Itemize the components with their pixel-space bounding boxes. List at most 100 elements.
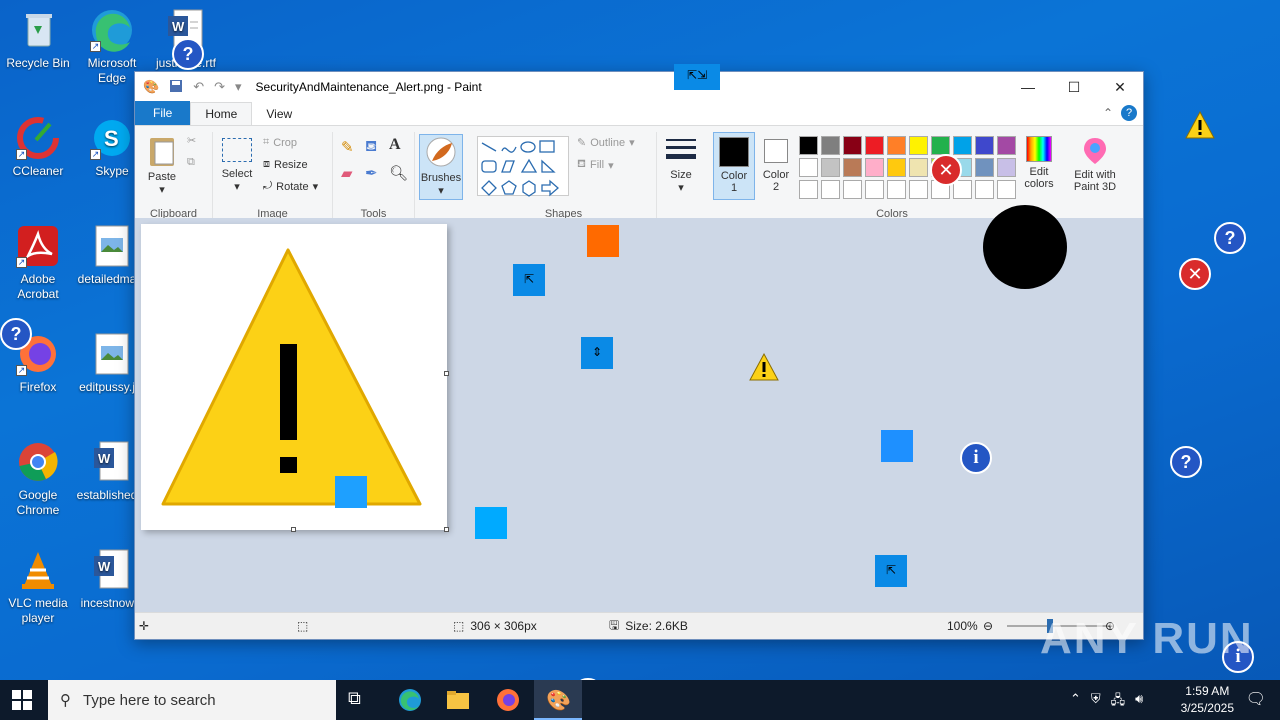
task-view-icon[interactable]: ⧉ xyxy=(348,688,372,712)
palette-swatch[interactable] xyxy=(865,158,884,177)
palette-swatch[interactable] xyxy=(909,180,928,199)
network-icon[interactable]: 🖧 xyxy=(1111,691,1126,713)
paste-button[interactable]: Paste ▾ xyxy=(145,134,179,196)
show-hidden-icons-icon[interactable]: ⌃ xyxy=(1070,691,1081,713)
taskbar-edge-icon[interactable] xyxy=(398,688,422,712)
crop-button[interactable]: ⌗ Crop xyxy=(263,136,297,149)
select-button[interactable]: Select ▾ xyxy=(219,134,255,193)
eraser-icon[interactable]: ▰ xyxy=(341,164,353,182)
palette-swatch[interactable] xyxy=(843,136,862,155)
palette-swatch[interactable] xyxy=(953,136,972,155)
desktop-icon-vlc[interactable]: VLC media player xyxy=(0,548,76,626)
palette-swatch[interactable] xyxy=(953,180,972,199)
notifications-icon[interactable]: 🗨 xyxy=(1246,689,1266,709)
color1-button[interactable]: Color 1 xyxy=(713,132,755,200)
close-button[interactable]: ✕ xyxy=(1097,72,1143,102)
cut-icon[interactable]: ✂ xyxy=(187,134,196,147)
desktop-icon-label: Adobe Acrobat xyxy=(17,272,59,301)
palette-swatch[interactable] xyxy=(843,158,862,177)
outline-icon: ✎ xyxy=(577,137,587,149)
redo-icon[interactable]: ↷ xyxy=(214,79,225,95)
palette-swatch[interactable] xyxy=(909,136,928,155)
fill-button[interactable]: ⛾ Fill ▾ xyxy=(577,158,614,172)
palette-swatch[interactable] xyxy=(887,158,906,177)
zoom-out-button[interactable]: ⊖ xyxy=(983,619,993,633)
color2-button[interactable]: Color 2 xyxy=(757,132,795,193)
paint-window: 🎨 ↶ ↷ ▾ SecurityAndMaintenance_Alert.png… xyxy=(134,71,1144,640)
help-icon[interactable]: ? xyxy=(1121,105,1137,121)
collapse-ribbon-icon[interactable]: ⌃ xyxy=(1103,106,1113,120)
resize-handle-bottom[interactable] xyxy=(291,527,296,532)
maximize-button[interactable]: ☐ xyxy=(1051,72,1097,102)
palette-swatch[interactable] xyxy=(821,158,840,177)
security-icon[interactable]: ⛨ xyxy=(1091,691,1101,713)
blue-square-artifact xyxy=(881,430,913,462)
resize-icon: ⧈ xyxy=(263,158,270,170)
shapes-gallery[interactable] xyxy=(477,136,569,197)
palette-swatch[interactable] xyxy=(821,180,840,199)
customize-quick-access-icon[interactable]: ▾ xyxy=(235,79,242,95)
palette-swatch[interactable] xyxy=(975,136,994,155)
palette-swatch[interactable] xyxy=(909,158,928,177)
taskbar-firefox-icon[interactable] xyxy=(496,688,520,712)
text-tool-icon[interactable]: A xyxy=(389,136,401,154)
color1-swatch xyxy=(719,137,749,167)
volume-icon[interactable]: 🔊︎ xyxy=(1135,691,1143,713)
outline-button[interactable]: ✎ Outline ▾ xyxy=(577,136,635,150)
resize-handle-right[interactable] xyxy=(444,371,449,376)
palette-swatch[interactable] xyxy=(887,136,906,155)
desktop-icon-recycle-bin[interactable]: Recycle Bin xyxy=(0,8,76,71)
palette-swatch[interactable] xyxy=(865,136,884,155)
resize-handle-corner[interactable] xyxy=(444,527,449,532)
palette-swatch[interactable] xyxy=(821,136,840,155)
taskbar-search[interactable]: ⚲ Type here to search xyxy=(48,680,336,720)
palette-swatch[interactable] xyxy=(997,180,1016,199)
desktop-icon-acrobat[interactable]: ↗ Adobe Acrobat xyxy=(0,224,76,302)
pencil-icon[interactable]: ✎ xyxy=(341,138,354,156)
brushes-button[interactable]: Brushes ▾ xyxy=(419,134,463,200)
image-file-icon xyxy=(90,332,134,376)
fill-bucket-icon[interactable]: ⛾ xyxy=(365,138,377,157)
paste-icon xyxy=(150,138,174,166)
file-explorer-icon[interactable] xyxy=(446,688,470,712)
start-button[interactable] xyxy=(12,690,32,713)
tab-home[interactable]: Home xyxy=(190,102,253,125)
palette-swatch[interactable] xyxy=(997,136,1016,155)
palette-swatch[interactable] xyxy=(865,180,884,199)
palette-swatch[interactable] xyxy=(975,180,994,199)
desktop-icon-label: Google Chrome xyxy=(16,488,60,517)
undo-icon[interactable]: ↶ xyxy=(193,79,204,95)
status-bar: ✛ ⬚ ⬚ 306 × 306px 🖫 Size: 2.6KB 100% ⊖ ⊕ xyxy=(135,612,1143,639)
black-circle-artifact xyxy=(983,205,1067,289)
resize-cursor-artifact: ⇱ xyxy=(875,555,907,587)
palette-swatch[interactable] xyxy=(997,158,1016,177)
save-icon[interactable] xyxy=(169,79,183,96)
desktop-icon-ccleaner[interactable]: ↗ CCleaner xyxy=(0,116,76,179)
palette-swatch[interactable] xyxy=(975,158,994,177)
palette-swatch[interactable] xyxy=(799,136,818,155)
size-button[interactable]: Size ▾ xyxy=(661,136,701,194)
tab-file[interactable]: File xyxy=(135,101,191,125)
edit-with-paint3d-button[interactable]: Edit with Paint 3D xyxy=(1067,136,1123,193)
taskbar-paint-button[interactable]: 🎨 xyxy=(534,680,582,720)
copy-icon[interactable]: ⧉ xyxy=(187,156,195,169)
palette-swatch[interactable] xyxy=(843,180,862,199)
color2-swatch xyxy=(764,139,788,163)
palette-swatch[interactable] xyxy=(931,136,950,155)
resize-button[interactable]: ⧈ Resize xyxy=(263,158,308,171)
color-picker-icon[interactable]: ✒ xyxy=(365,164,378,182)
palette-swatch[interactable] xyxy=(799,158,818,177)
clock[interactable]: 1:59 AM 3/25/2025 xyxy=(1181,683,1234,717)
image-canvas[interactable] xyxy=(141,224,447,530)
tab-view[interactable]: View xyxy=(252,103,306,125)
palette-swatch[interactable] xyxy=(799,180,818,199)
recycle-bin-icon xyxy=(16,8,60,52)
magnifier-icon[interactable]: 🔍︎ xyxy=(389,164,408,182)
edit-colors-button[interactable]: Edit colors xyxy=(1019,136,1059,190)
minimize-button[interactable]: — xyxy=(1005,72,1051,102)
desktop-icon-chrome[interactable]: Google Chrome xyxy=(0,440,76,518)
canvas-area[interactable] xyxy=(135,218,1143,613)
rotate-button[interactable]: ⤾ Rotate ▾ xyxy=(263,180,318,193)
warning-popup-icon xyxy=(748,352,780,385)
palette-swatch[interactable] xyxy=(887,180,906,199)
